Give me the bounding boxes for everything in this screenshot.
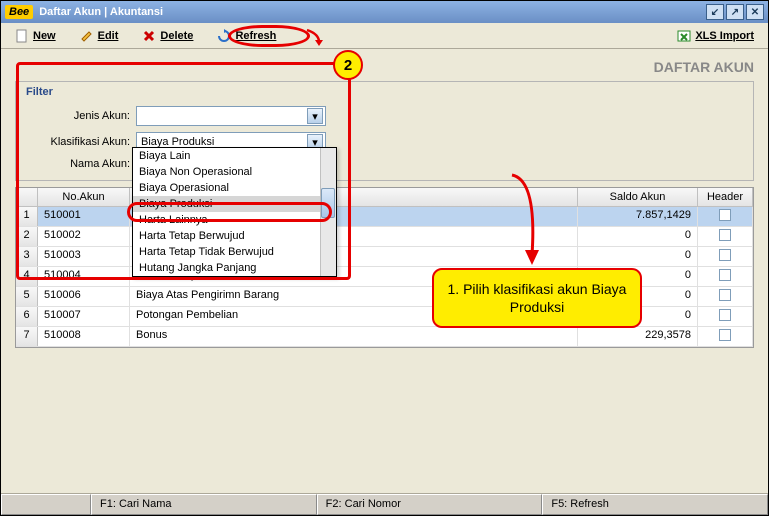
window-title: Daftar Akun | Akuntansi: [39, 6, 704, 18]
col-header[interactable]: Header: [698, 188, 753, 206]
table-row[interactable]: 1 510001 Ha 7.857,1429: [16, 207, 753, 227]
window-close-icon[interactable]: ✕: [746, 4, 764, 20]
klasifikasi-dropdown-list[interactable]: Biaya Lain Biaya Non Operasional Biaya O…: [132, 147, 337, 277]
dropdown-item[interactable]: Harta Tetap Tidak Berwujud: [133, 244, 336, 260]
table-row[interactable]: 7 510008 Bonus 229,3578: [16, 327, 753, 347]
col-saldo[interactable]: Saldo Akun: [578, 188, 698, 206]
dropdown-scrollbar[interactable]: [320, 148, 336, 276]
new-icon: [15, 29, 29, 43]
nama-akun-label: Nama Akun:: [26, 158, 136, 170]
chevron-down-icon: ▾: [307, 108, 323, 124]
toolbar: New Edit Delete Refresh XLS Import: [1, 23, 768, 49]
status-f1: F1: Cari Nama: [91, 494, 317, 515]
header-checkbox[interactable]: [719, 229, 731, 241]
new-button[interactable]: New: [9, 27, 62, 45]
table-row[interactable]: 4 510004 Komisi Penjualan 0: [16, 267, 753, 287]
table-header: No.Akun Saldo Akun Header: [16, 188, 753, 207]
header-checkbox[interactable]: [719, 309, 731, 321]
window-minimize-icon[interactable]: ↙: [706, 4, 724, 20]
table-row[interactable]: 3 510003 Bia 0: [16, 247, 753, 267]
dropdown-item[interactable]: Harta Tetap Berwujud: [133, 228, 336, 244]
header-checkbox[interactable]: [719, 209, 731, 221]
filter-panel: Filter Jenis Akun: ▾ Klasifikasi Akun: B…: [15, 81, 754, 181]
status-segment: [1, 494, 91, 515]
annotation-step-2: 2: [333, 50, 363, 80]
status-bar: F1: Cari Nama F2: Cari Nomor F5: Refresh: [1, 493, 768, 515]
header-checkbox[interactable]: [719, 289, 731, 301]
header-checkbox[interactable]: [719, 249, 731, 261]
jenis-akun-label: Jenis Akun:: [26, 110, 136, 122]
edit-button[interactable]: Edit: [74, 27, 125, 45]
dropdown-item[interactable]: Hutang Jangka Panjang: [133, 260, 336, 276]
col-rownum[interactable]: [16, 188, 38, 206]
header-checkbox[interactable]: [719, 269, 731, 281]
delete-icon: [142, 29, 156, 43]
content-area: DAFTAR AKUN Filter Jenis Akun: ▾ Klasifi…: [1, 49, 768, 493]
bee-logo: Bee: [5, 5, 33, 19]
status-f5: F5: Refresh: [542, 494, 768, 515]
dropdown-item[interactable]: Biaya Lain: [133, 148, 336, 164]
edit-icon: [80, 29, 94, 43]
status-f2: F2: Cari Nomor: [317, 494, 543, 515]
window-maximize-icon[interactable]: ↗: [726, 4, 744, 20]
delete-button[interactable]: Delete: [136, 27, 199, 45]
xls-import-button[interactable]: XLS Import: [671, 27, 760, 45]
jenis-akun-combo[interactable]: ▾: [136, 106, 326, 126]
refresh-icon: [217, 29, 231, 43]
xls-icon: [677, 29, 691, 43]
dropdown-item[interactable]: Biaya Operasional: [133, 180, 336, 196]
table-row[interactable]: 2 510002 Bia 0: [16, 227, 753, 247]
annotation-step-1: 1. Pilih klasifikasi akun Biaya Produksi: [432, 268, 642, 328]
col-noakun[interactable]: No.Akun: [38, 188, 130, 206]
dropdown-item[interactable]: Biaya Produksi: [133, 196, 336, 212]
header-checkbox[interactable]: [719, 329, 731, 341]
page-title: DAFTAR AKUN: [15, 59, 754, 75]
app-window: Bee Daftar Akun | Akuntansi ↙ ↗ ✕ New Ed…: [0, 0, 769, 516]
titlebar: Bee Daftar Akun | Akuntansi ↙ ↗ ✕: [1, 1, 768, 23]
dropdown-item[interactable]: Biaya Non Operasional: [133, 164, 336, 180]
klasifikasi-akun-label: Klasifikasi Akun:: [26, 136, 136, 148]
table-row[interactable]: 5 510006 Biaya Atas Pengirimn Barang 0: [16, 287, 753, 307]
akun-table: No.Akun Saldo Akun Header 1 510001 Ha 7.…: [15, 187, 754, 348]
dropdown-item[interactable]: Harta Lainnya: [133, 212, 336, 228]
filter-legend: Filter: [26, 86, 743, 98]
table-row[interactable]: 6 510007 Potongan Pembelian 0: [16, 307, 753, 327]
refresh-button[interactable]: Refresh: [211, 27, 282, 45]
